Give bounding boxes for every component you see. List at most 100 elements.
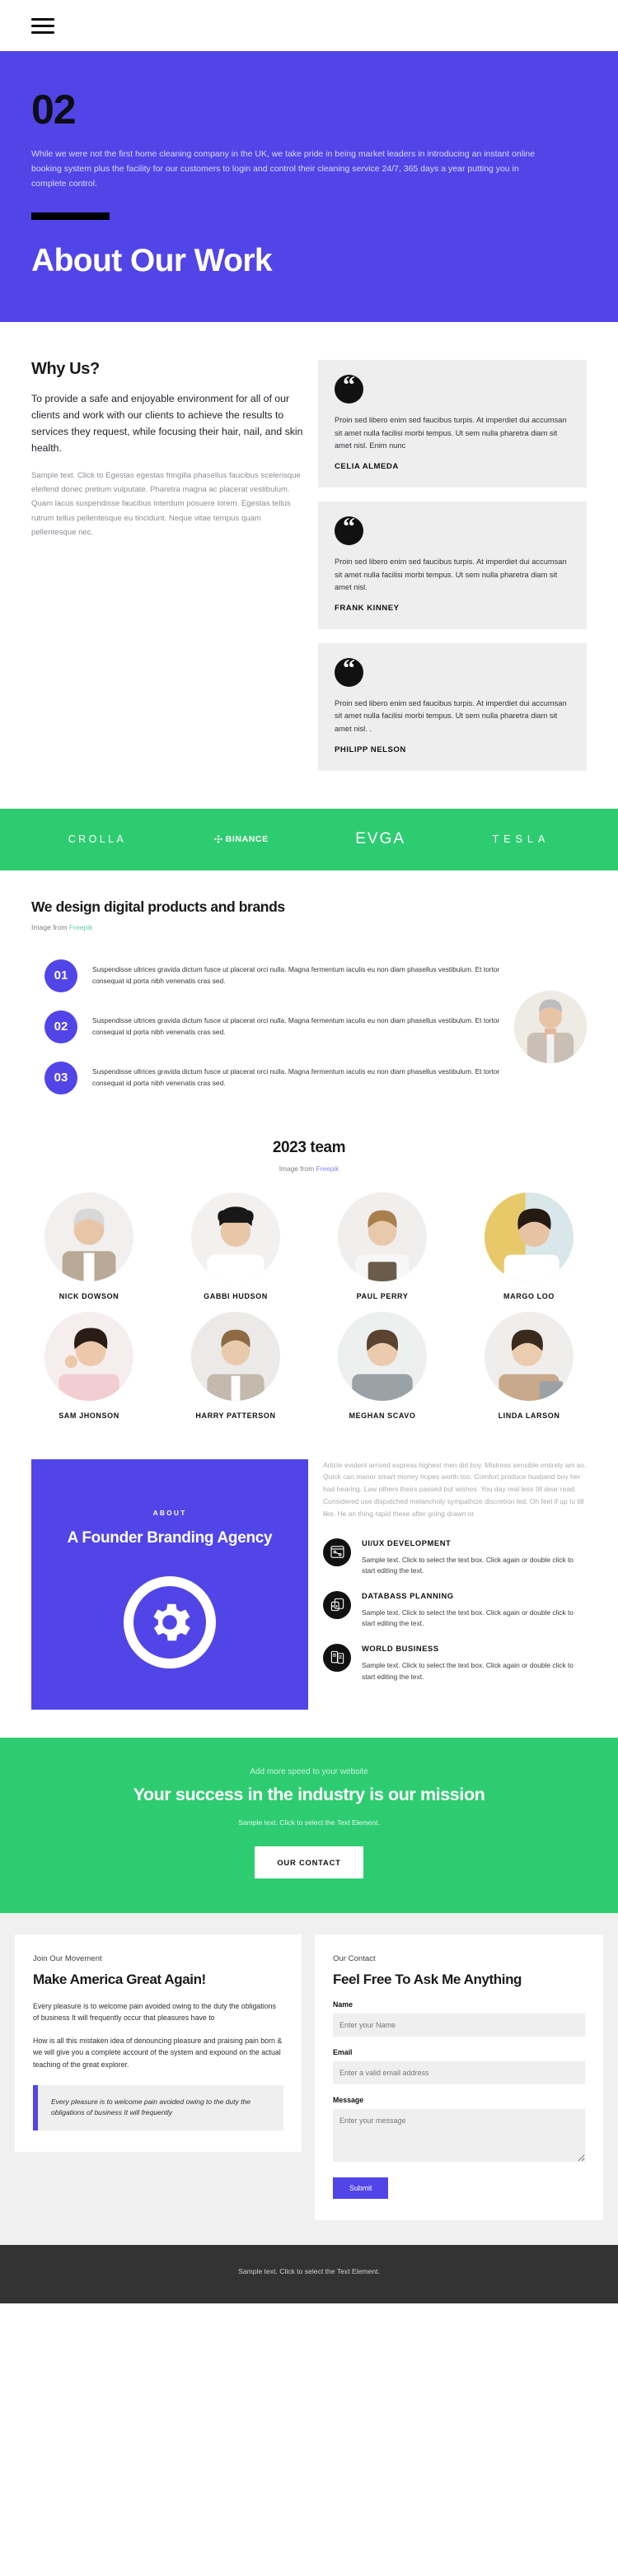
submit-button[interactable]: Submit: [333, 2177, 389, 2199]
team-member-name: GABBI HUDSON: [204, 1291, 268, 1300]
testimonial-quote: Proin sed libero enim sed faucibus turpi…: [335, 557, 567, 592]
testimonial-quote: Proin sed libero enim sed faucibus turpi…: [335, 698, 567, 734]
movement-paragraph-2: How is all this mistaken idea of denounc…: [33, 2037, 283, 2069]
design-section: We design digital products and brands Im…: [0, 870, 618, 948]
team-member: SAM JHONSON: [20, 1311, 158, 1420]
founder-kicker: ABOUT: [152, 1508, 187, 1517]
world-business-glyph-icon: [330, 1651, 344, 1664]
email-input[interactable]: [333, 2060, 585, 2084]
hero-section: 02 While we were not the first home clea…: [0, 51, 618, 323]
step-text: Suspendisse ultrices gravida dictum fusc…: [92, 1067, 500, 1087]
why-us-section: Why Us? To provide a safe and enjoyable …: [0, 322, 618, 808]
step-text: Suspendisse ultrices gravida dictum fusc…: [92, 1016, 500, 1036]
team-credit-prefix: Image from: [279, 1164, 316, 1173]
design-step: 03 Suspendisse ultrices gravida dictum f…: [44, 1061, 503, 1094]
testimonial-list: “ Proin sed libero enim sed faucibus tur…: [318, 360, 587, 771]
founder-feature-body: Sample text. Click to select the text bo…: [362, 1608, 574, 1628]
founder-feature-title: DATABASS PLANNING: [362, 1590, 454, 1600]
movement-heading: Make America Great Again!: [33, 1971, 206, 1987]
avatar: [485, 1192, 574, 1281]
avatar-illustration: [338, 1192, 427, 1281]
avatar: [338, 1311, 427, 1401]
team-member: GABBI HUDSON: [166, 1192, 305, 1300]
navbar: [0, 0, 618, 51]
why-us-heading: Why Us?: [31, 360, 100, 379]
movement-kicker: Join Our Movement: [33, 1953, 102, 1963]
design-person-photo: [514, 990, 587, 1063]
step-text: Suspendisse ultrices gravida dictum fusc…: [92, 965, 500, 985]
contact-panel: Our Contact Feel Free To Ask Me Anything…: [315, 1934, 603, 2220]
cta-subtext: Sample text. Click to select the Text El…: [238, 1818, 380, 1827]
page-root: 02 While we were not the first home clea…: [0, 0, 618, 2303]
team-grid: NICK DOWSON GABBI HUDSON PAUL PERRY MARG…: [20, 1192, 598, 1420]
logo-tesla: TESLA: [492, 833, 550, 846]
world-business-icon: [323, 1643, 351, 1672]
team-member: MARGO LOO: [460, 1192, 598, 1300]
testimonial-card: “ Proin sed libero enim sed faucibus tur…: [318, 501, 587, 629]
database-icon: [323, 1590, 351, 1619]
founder-feature-list: UI/UX DEVELOPMENT Sample text. Click to …: [323, 1538, 587, 1683]
gear-icon: [124, 1575, 216, 1668]
design-step: 02 Suspendisse ultrices gravida dictum f…: [44, 1010, 503, 1043]
cta-heading: Your success in the industry is our miss…: [133, 1784, 485, 1804]
avatar-illustration: [338, 1311, 427, 1401]
team-member: MEGHAN SCAVO: [313, 1311, 452, 1420]
founder-feature-text: WORLD BUSINESS Sample text. Click to sel…: [362, 1644, 587, 1682]
team-member: PAUL PERRY: [313, 1192, 452, 1300]
design-credit-link[interactable]: Freepik: [69, 923, 93, 931]
design-heading: We design digital products and brands: [31, 898, 285, 915]
contact-kicker: Our Contact: [333, 1953, 376, 1963]
founder-feature-body: Sample text. Click to select the text bo…: [362, 1555, 574, 1575]
avatar-illustration: [44, 1311, 133, 1401]
founder-feature-body: Sample text. Click to select the text bo…: [362, 1660, 574, 1681]
team-heading: 2023 team: [272, 1138, 346, 1156]
person-photo-illustration: [514, 990, 587, 1063]
team-credit-link[interactable]: Freepik: [316, 1164, 339, 1173]
logo-binance: BINANCE: [213, 834, 269, 844]
message-label: Message: [333, 2095, 364, 2104]
name-input[interactable]: [333, 2013, 585, 2037]
team-member-name: MEGHAN SCAVO: [349, 1411, 416, 1420]
logo-evga: EVGA: [355, 830, 406, 848]
team-member-name: HARRY PATTERSON: [195, 1411, 276, 1420]
gear-glyph-icon: [153, 1603, 190, 1640]
founder-body: Article evident arrived express highest …: [323, 1460, 587, 1518]
our-contact-button[interactable]: OUR CONTACT: [255, 1846, 363, 1878]
founder-content: Article evident arrived express highest …: [323, 1459, 587, 1710]
hamburger-menu-icon[interactable]: [31, 17, 54, 34]
quote-icon: “: [335, 373, 363, 404]
founder-feature: UI/UX DEVELOPMENT Sample text. Click to …: [323, 1538, 587, 1577]
avatar: [191, 1192, 280, 1281]
why-us-lead: To provide a safe and enjoyable environm…: [31, 393, 303, 454]
founder-card: ABOUT A Founder Branding Agency: [31, 1458, 308, 1710]
founder-feature: DATABASS PLANNING Sample text. Click to …: [323, 1590, 587, 1630]
founder-feature-text: UI/UX DEVELOPMENT Sample text. Click to …: [362, 1538, 587, 1577]
design-steps-list: 01 Suspendisse ultrices gravida dictum f…: [31, 959, 503, 1094]
testimonial-card: “ Proin sed libero enim sed faucibus tur…: [318, 642, 587, 771]
footer-text: Sample text. Click to select the Text El…: [238, 2266, 380, 2275]
team-member-name: PAUL PERRY: [356, 1291, 409, 1300]
avatar-illustration: [191, 1311, 280, 1401]
design-credit: Image from Freepik: [31, 923, 587, 931]
message-textarea[interactable]: [333, 2108, 585, 2162]
avatar: [44, 1192, 133, 1281]
why-us-text-column: Why Us? To provide a safe and enjoyable …: [31, 360, 303, 539]
logo-crolla: CROLLA: [68, 833, 127, 846]
step-number-badge: 01: [44, 959, 77, 992]
footer: Sample text. Click to select the Text El…: [0, 2244, 618, 2303]
design-credit-prefix: Image from: [31, 922, 69, 931]
avatar-illustration: [485, 1192, 574, 1281]
hero-paragraph: While we were not the first home cleanin…: [31, 149, 536, 189]
email-label: Email: [333, 2047, 353, 2056]
testimonial-author: FRANK KINNEY: [335, 603, 400, 613]
avatar: [485, 1311, 574, 1401]
avatar-illustration: [191, 1192, 280, 1281]
forms-section: Join Our Movement Make America Great Aga…: [0, 1912, 618, 2245]
founder-feature-title: UI/UX DEVELOPMENT: [362, 1538, 452, 1547]
testimonial-author: PHILIPP NELSON: [335, 744, 406, 754]
step-number-badge: 02: [44, 1010, 77, 1043]
database-glyph-icon: [330, 1598, 344, 1612]
logo-binance-label: BINANCE: [225, 834, 269, 845]
quote-icon: “: [335, 514, 363, 545]
avatar-illustration: [44, 1192, 133, 1281]
